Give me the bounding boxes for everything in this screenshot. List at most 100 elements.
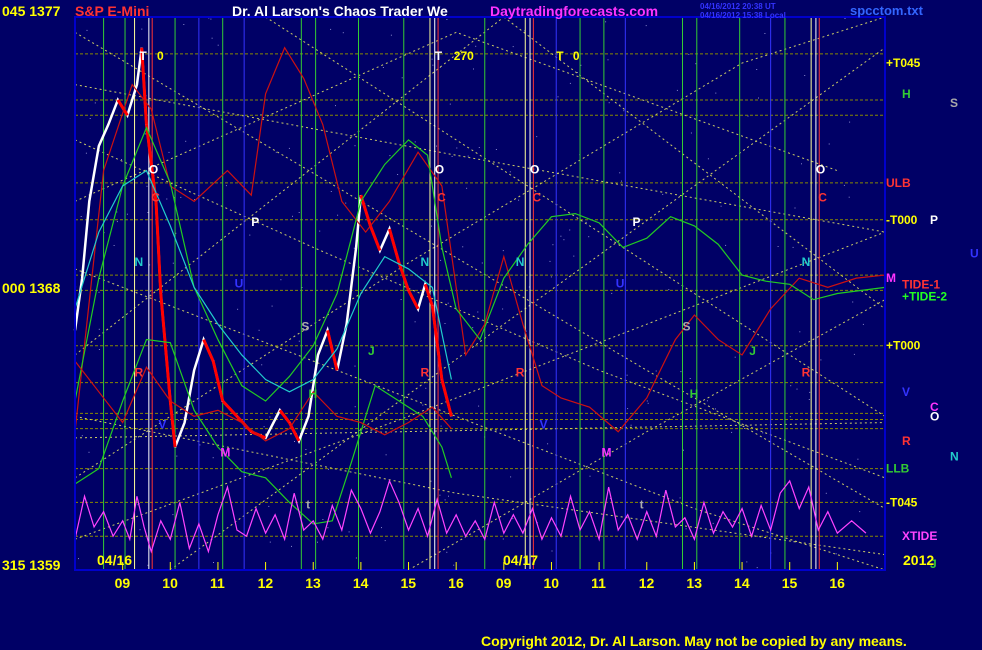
tick-label: 16 <box>829 575 845 591</box>
date-label-1: 04/16 <box>97 552 132 568</box>
timestamp-ut: 04/16/2012 20:38 UT <box>700 2 776 11</box>
tick-label: 09 <box>115 575 131 591</box>
right-label: V <box>902 385 910 399</box>
year-label: 2012 <box>903 552 934 568</box>
star-dot <box>89 118 91 119</box>
star-dot <box>707 158 709 160</box>
marker-label: C <box>437 190 446 204</box>
background <box>0 0 982 650</box>
marker-label: C <box>818 190 827 204</box>
marker-label: H <box>690 387 699 401</box>
marker-label: t <box>306 498 310 512</box>
star-dot <box>98 291 100 293</box>
star-dot <box>512 46 514 48</box>
star-dot <box>502 538 504 540</box>
date-label-2: 04/17 <box>503 552 538 568</box>
star-dot <box>720 205 722 207</box>
marker-label: R <box>420 365 429 379</box>
star-dot <box>85 152 87 154</box>
star-dot <box>224 380 225 382</box>
star-dot <box>859 511 861 513</box>
star-dot <box>440 259 442 261</box>
star-dot <box>662 193 664 195</box>
star-dot <box>275 151 277 153</box>
tick-label: 14 <box>353 575 369 591</box>
star-dot <box>835 553 837 555</box>
star-dot <box>794 207 796 209</box>
star-dot <box>569 229 571 231</box>
star-dot <box>80 216 82 217</box>
star-dot <box>348 531 350 533</box>
marker-label: R <box>802 365 811 379</box>
star-dot <box>330 28 332 30</box>
marker-label: V <box>158 418 166 432</box>
star-dot <box>509 171 511 173</box>
star-dot <box>525 330 527 332</box>
tick-label: 10 <box>162 575 178 591</box>
star-dot <box>764 33 766 34</box>
star-dot <box>857 458 859 460</box>
star-dot <box>269 541 271 543</box>
star-dot <box>449 103 451 105</box>
star-dot <box>237 308 239 310</box>
marker-label: P <box>632 215 640 229</box>
right-label: -T045 <box>886 495 918 509</box>
star-dot <box>439 494 441 496</box>
right-label: -T000 <box>886 213 918 227</box>
star-dot <box>792 246 794 248</box>
star-dot <box>292 215 293 217</box>
marker-label: T <box>435 49 443 63</box>
marker-label: N <box>420 255 429 269</box>
star-dot <box>446 551 448 553</box>
star-dot <box>607 59 609 61</box>
right-label: +TIDE-2 <box>902 290 947 304</box>
star-dot <box>550 276 552 278</box>
star-dot <box>668 289 670 291</box>
marker-label: U <box>616 276 625 290</box>
star-dot <box>288 147 290 149</box>
star-dot <box>804 75 806 76</box>
star-dot <box>225 185 227 187</box>
y-label-mid: 000 1368 <box>2 280 61 296</box>
star-dot <box>809 391 811 393</box>
tick-label: 11 <box>210 575 225 591</box>
right-label: XTIDE <box>902 529 937 543</box>
star-dot <box>381 527 382 529</box>
star-dot <box>853 500 855 502</box>
star-dot <box>319 230 321 232</box>
star-dot <box>176 455 178 457</box>
star-dot <box>828 143 830 145</box>
marker-label: T <box>139 49 147 63</box>
star-dot <box>808 399 810 400</box>
star-dot <box>481 262 483 264</box>
star-dot <box>789 416 791 418</box>
star-dot <box>611 292 613 294</box>
marker-label: O <box>816 163 825 177</box>
tick-label: 13 <box>686 575 702 591</box>
star-dot <box>425 387 427 389</box>
star-dot <box>337 214 339 216</box>
star-dot <box>213 562 214 563</box>
marker-label: N <box>516 255 525 269</box>
star-dot <box>573 255 575 257</box>
star-dot <box>172 514 174 516</box>
right-label: N <box>950 449 959 463</box>
symbol-title: S&P E-Mini <box>75 3 149 19</box>
star-dot <box>852 301 854 303</box>
star-dot <box>432 64 434 66</box>
page-title: Dr. Al Larson's Chaos Trader We <box>232 3 448 19</box>
marker-label: 270 <box>454 49 474 63</box>
star-dot <box>448 495 449 497</box>
marker-label: J <box>368 344 375 358</box>
star-dot <box>261 180 263 182</box>
right-label: S <box>950 96 958 110</box>
star-dot <box>685 528 687 530</box>
star-dot <box>78 558 79 560</box>
marker-label: 0 <box>157 49 164 63</box>
star-dot <box>390 34 392 36</box>
star-dot <box>385 454 387 456</box>
star-dot <box>680 371 682 373</box>
star-dot <box>862 323 864 325</box>
marker-label: V <box>540 418 548 432</box>
chaos-chart: T 0 T 270 T 0O O O OC C C CP PN N N NU US SJ JR R R RH HV VM Mt t… <box>0 0 982 650</box>
